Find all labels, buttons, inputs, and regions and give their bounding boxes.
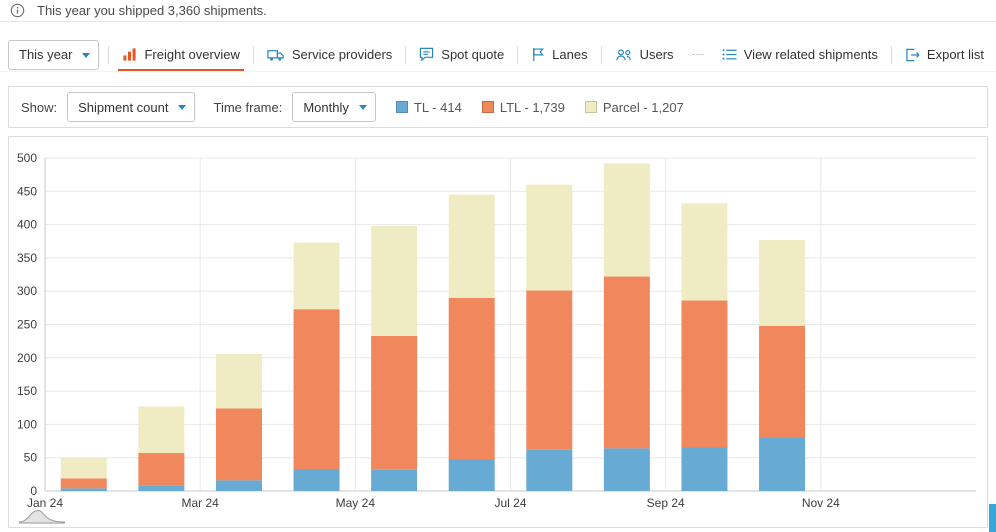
svg-text:400: 400 (17, 218, 37, 232)
legend-item-tl[interactable]: TL - 414 (395, 99, 462, 115)
svg-text:Nov 24: Nov 24 (802, 496, 840, 510)
separator (517, 45, 519, 64)
users-icon (615, 48, 633, 62)
chevron-down-icon (178, 105, 187, 110)
svg-text:250: 250 (17, 318, 37, 332)
svg-text:500: 500 (17, 151, 37, 165)
period-select-value: This year (19, 47, 73, 62)
info-bar: This year you shipped 3,360 shipments. (0, 0, 996, 22)
legend-label: Parcel - 1,207 (602, 99, 684, 115)
tl-swatch (395, 101, 408, 113)
filter-bar: Show: Shipment count Time frame: Monthly… (8, 86, 988, 128)
separator (600, 45, 602, 64)
dashed-separator (691, 54, 704, 55)
chart-legend: TL - 414 LTL - 1,739 Parcel - 1,207 (395, 99, 684, 115)
legend-label: TL - 414 (413, 99, 462, 115)
freight-chart-svg[interactable]: 050100150200250300350400450500Jan 24 Mar … (9, 137, 987, 527)
show-select-value: Shipment count (78, 99, 169, 115)
tab-label: Spot quote (441, 47, 505, 62)
svg-text:Mar 24: Mar 24 (181, 496, 219, 510)
tab-label: Users (639, 47, 674, 62)
chevron-down-icon (82, 52, 91, 58)
time-frame-select-value: Monthly (303, 99, 349, 115)
legend-item-ltl[interactable]: LTL - 1,739 (481, 99, 565, 115)
svg-text:Sep 24: Sep 24 (647, 496, 685, 510)
flag-icon (531, 47, 545, 62)
freight-chart-panel: 0 50 100 150 200 250 300 350 400 450 500 Jan 24 Mar … (8, 136, 988, 528)
svg-text:350: 350 (17, 251, 37, 265)
separator (252, 45, 254, 64)
time-frame-select[interactable]: Monthly (292, 92, 376, 122)
toolbar: This year Freight overview Service provi… (0, 38, 996, 72)
separator (890, 45, 892, 64)
bar-chart-icon (122, 47, 137, 62)
truck-icon (267, 48, 285, 62)
svg-text:May 24: May 24 (336, 496, 376, 510)
export-list-button[interactable]: Export list (901, 38, 988, 72)
quote-bubble-icon (419, 47, 434, 62)
legend-item-parcel[interactable]: Parcel - 1,207 (584, 99, 684, 115)
tab-lanes[interactable]: Lanes (527, 38, 591, 72)
tab-freight-overview[interactable]: Freight overview (118, 38, 245, 72)
svg-text:50: 50 (24, 451, 38, 465)
tab-label: Freight overview (144, 47, 240, 62)
svg-text:300: 300 (17, 284, 37, 298)
scrollbar-thumb[interactable] (989, 504, 996, 532)
info-icon (10, 3, 25, 18)
time-frame-label: Time frame: (213, 99, 283, 115)
action-label: View related shipments (743, 47, 878, 62)
show-select[interactable]: Shipment count (67, 92, 196, 122)
chevron-down-icon (358, 105, 367, 110)
svg-text:150: 150 (17, 384, 37, 398)
list-icon (722, 48, 737, 61)
svg-text:200: 200 (17, 351, 37, 365)
legend-label: LTL - 1,739 (499, 99, 565, 115)
view-related-shipments-button[interactable]: View related shipments (718, 38, 882, 72)
action-label: Export list (926, 47, 984, 62)
chart-navigator[interactable] (18, 507, 66, 527)
export-icon (905, 48, 920, 62)
tab-spot-quote[interactable]: Spot quote (415, 38, 508, 72)
tab-service-providers[interactable]: Service providers (263, 38, 396, 72)
svg-text:Jul 24: Jul 24 (494, 496, 526, 510)
separator (405, 45, 407, 64)
tab-label: Service providers (291, 47, 393, 62)
svg-text:100: 100 (17, 417, 37, 431)
ltl-swatch (481, 101, 494, 113)
tab-users[interactable]: Users (611, 38, 678, 72)
svg-text:450: 450 (17, 184, 37, 198)
info-message: This year you shipped 3,360 shipments. (37, 3, 267, 18)
separator (108, 45, 110, 64)
parcel-swatch (584, 101, 597, 113)
period-select[interactable]: This year (8, 39, 100, 70)
show-label: Show: (21, 99, 58, 115)
tab-label: Lanes (552, 47, 588, 62)
